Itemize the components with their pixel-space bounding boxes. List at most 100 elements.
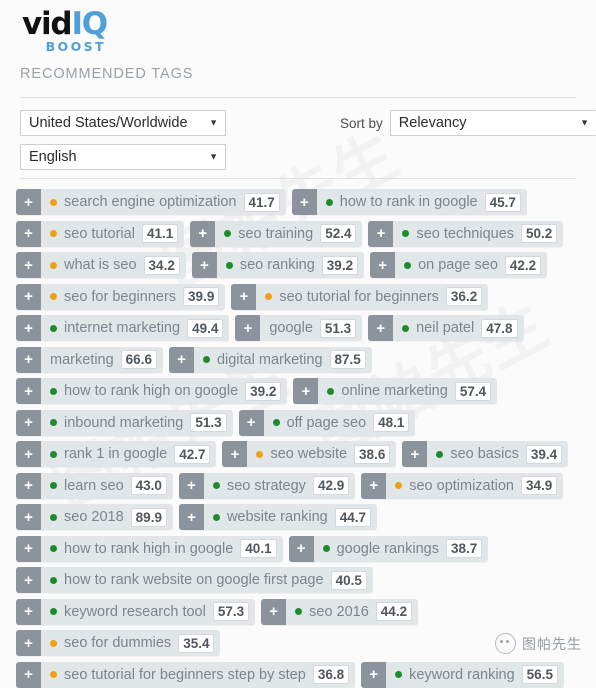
filter-bar: United States/Worldwide ▼ Sort by Releva… [20,110,596,170]
add-tag-icon[interactable]: + [16,409,41,436]
tag-score-badge: 40.5 [330,570,367,590]
sort-select-value: Relevancy [398,115,467,131]
tag-chip[interactable]: + seo for beginners 39.9 [16,283,226,310]
tag-score-badge: 52.4 [320,224,357,243]
language-select[interactable]: English ▼ [20,144,226,170]
add-tag-icon[interactable]: + [238,409,264,436]
tag-chip[interactable]: + neil patel 47.8 [368,315,524,341]
tag-score-badge: 51.3 [190,413,227,432]
tag-chip[interactable]: + seo techniques 50.2 [368,220,564,247]
add-tag-icon[interactable]: + [16,189,41,215]
header-divider [20,97,576,98]
tag-chip[interactable]: + seo ranking 39.2 [191,252,365,278]
tag-chip[interactable]: + digital marketing 87.5 [168,346,372,373]
tag-row: + rank 1 in google 42.7 + seo website 38.6 + se… [16,441,596,467]
add-tag-icon[interactable]: + [16,504,41,530]
add-tag-icon[interactable]: + [16,220,41,247]
tag-chip[interactable]: + seo for dummies 35.4 [16,630,221,656]
tag-chip[interactable]: + website ranking 44.7 [178,504,377,530]
tag-chip[interactable]: + inbound marketing 51.3 [16,409,233,436]
add-tag-icon[interactable]: + [16,315,41,341]
tag-score-badge: 43.0 [130,476,167,495]
tag-chip[interactable]: + seo 2016 44.2 [261,598,419,625]
tag-body: seo tutorial for beginners 36.2 [256,284,488,310]
tag-chip[interactable]: + seo strategy 42.9 [178,472,356,499]
tag-chip[interactable]: + how to rank website on google first pag… [16,567,373,593]
corner-watermark: 图帕先生 [495,633,582,654]
tag-score-badge: 45.7 [484,192,521,212]
add-tag-icon[interactable]: + [16,567,41,593]
tag-label: how to rank in google [339,194,478,210]
tag-chip[interactable]: + google 51.3 [235,315,363,341]
tag-body: seo techniques 50.2 [393,221,563,247]
add-tag-icon[interactable]: + [16,252,41,278]
add-tag-icon[interactable]: + [190,220,216,247]
tag-status-dot-green [212,513,220,521]
add-tag-icon[interactable]: + [368,220,394,247]
tag-chip[interactable]: + seo tutorial for beginners 36.2 [231,283,489,310]
tag-chip[interactable]: + keyword research tool 57.3 [16,598,256,625]
add-tag-icon[interactable]: + [361,472,387,499]
tag-row: + marketing 66.6 + digital marketing 87.5 [16,346,596,373]
tag-status-dot-green [404,261,412,269]
tag-chip[interactable]: + search engine optimization 41.7 [16,189,286,215]
tag-chip[interactable]: + what is seo 34.2 [16,252,186,278]
tag-label: seo tutorial for beginners step by step [64,666,306,683]
add-tag-icon[interactable]: + [288,535,314,562]
add-tag-icon[interactable]: + [402,441,428,467]
tag-chip[interactable]: + marketing 66.6 [16,346,163,373]
tag-score-badge: 42.2 [504,255,542,275]
tag-chip[interactable]: + on page seo 42.2 [370,252,548,278]
tag-chip[interactable]: + google rankings 38.7 [288,535,489,562]
tag-body: online marketing 57.4 [318,378,497,404]
tag-chip[interactable]: + seo tutorial 41.1 [16,220,185,247]
tag-chip[interactable]: + seo training 52.4 [190,220,363,247]
add-tag-icon[interactable]: + [261,598,287,625]
tag-label: how to rank high in google [64,540,234,557]
add-tag-icon[interactable]: + [168,346,194,373]
tag-chip[interactable]: + seo website 38.6 [222,441,397,467]
tag-chip[interactable]: + seo 2018 89.9 [16,504,173,530]
add-tag-icon[interactable]: + [222,441,248,467]
tag-chip[interactable]: + how to rank in google 45.7 [291,189,527,215]
add-tag-icon[interactable]: + [16,472,41,499]
tag-body: seo tutorial 41.1 [41,221,184,247]
tag-chip[interactable]: + learn seo 43.0 [16,472,173,499]
add-tag-icon[interactable]: + [16,378,41,404]
tag-chip[interactable]: + seo basics 39.4 [402,441,569,467]
add-tag-icon[interactable]: + [235,315,261,341]
add-tag-icon[interactable]: + [16,441,41,467]
tag-chip[interactable]: + seo optimization 34.9 [361,472,564,499]
tag-chip[interactable]: + internet marketing 49.4 [16,315,230,341]
tag-score-badge: 34.2 [143,255,180,275]
add-tag-icon[interactable]: + [370,252,396,278]
tag-status-dot-green [50,576,57,584]
sort-select[interactable]: Relevancy ▼ [389,110,596,136]
add-tag-icon[interactable]: + [293,378,319,404]
add-tag-icon[interactable]: + [16,630,41,656]
add-tag-icon[interactable]: + [231,283,257,310]
vidiq-recommended-tags-panel: vidIQ BOOST RECOMMENDED TAGS United Stat… [0,0,596,688]
add-tag-icon[interactable]: + [178,504,204,530]
tag-body: website ranking 44.7 [204,504,377,530]
add-tag-icon[interactable]: + [178,472,204,499]
chevron-down-icon: ▼ [209,117,218,128]
add-tag-icon[interactable]: + [368,315,394,341]
add-tag-icon[interactable]: + [16,598,41,625]
tag-status-dot-orange [265,293,273,300]
tag-chip[interactable]: + how to rank high in google 40.1 [16,535,283,562]
add-tag-icon[interactable]: + [16,535,41,562]
tag-label: google [269,320,313,336]
tag-chip[interactable]: + online marketing 57.4 [293,378,498,404]
add-tag-icon[interactable]: + [191,252,217,278]
add-tag-icon[interactable]: + [291,189,317,215]
tag-label: seo techniques [416,225,515,242]
tag-body: digital marketing 87.5 [194,347,372,373]
tag-label: off page seo [286,414,367,431]
tag-chip[interactable]: + off page seo 48.1 [238,409,416,436]
region-select[interactable]: United States/Worldwide ▼ [20,110,226,136]
tag-chip[interactable]: + how to rank high on google 39.2 [16,378,288,404]
add-tag-icon[interactable]: + [16,283,41,310]
add-tag-icon[interactable]: + [16,346,41,373]
tag-chip[interactable]: + rank 1 in google 42.7 [16,441,217,467]
